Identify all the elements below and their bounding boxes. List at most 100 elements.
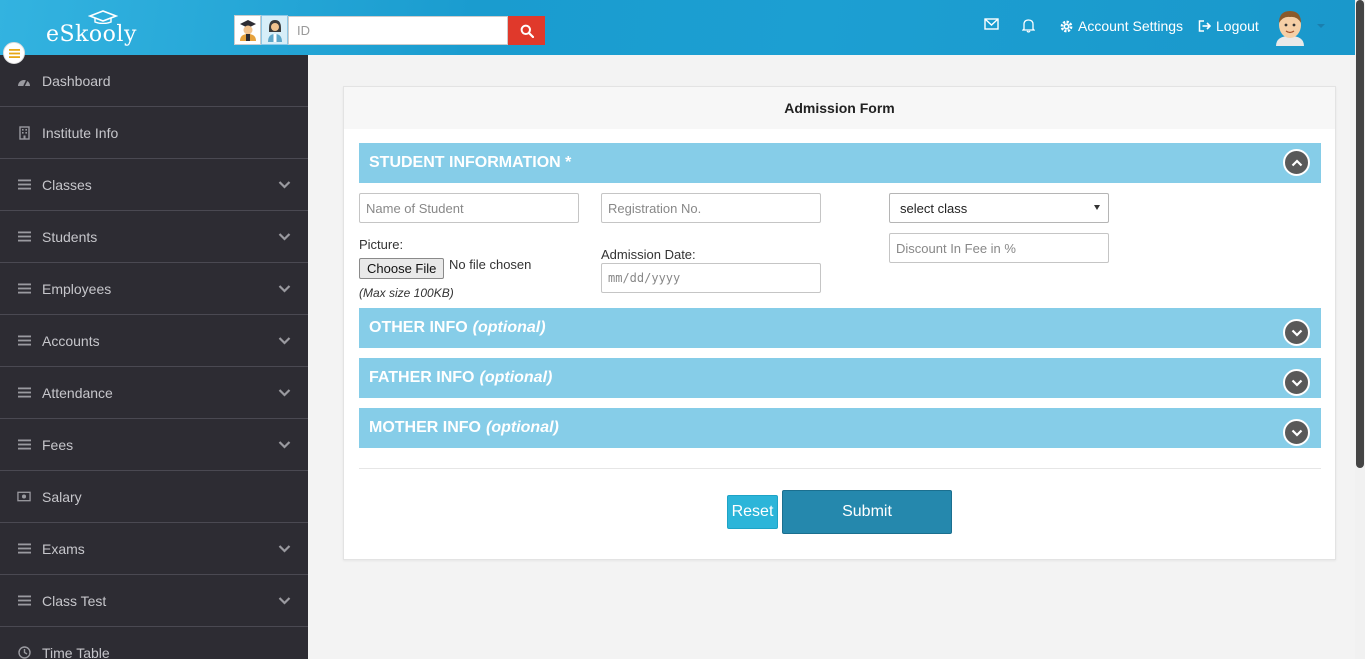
- sidebar-item-accounts[interactable]: Accounts: [0, 315, 308, 367]
- chevron-down-icon[interactable]: [278, 178, 291, 191]
- submit-button[interactable]: Submit: [782, 490, 952, 534]
- class-select[interactable]: select class: [889, 193, 1109, 223]
- collapse-student-section-button[interactable]: [1283, 149, 1310, 176]
- sidebar-item-time-table[interactable]: Time Table: [0, 627, 308, 659]
- mother-info-title: MOTHER INFO: [369, 419, 481, 436]
- page-scrollbar[interactable]: [1355, 0, 1365, 659]
- chevron-down-icon[interactable]: [278, 386, 291, 399]
- sidebar-item-label: Time Table: [42, 644, 110, 659]
- student-icon: [239, 20, 256, 41]
- clock-icon: [17, 646, 31, 659]
- chevron-down-icon[interactable]: [278, 334, 291, 347]
- reset-button[interactable]: Reset: [727, 495, 778, 529]
- father-info-title: FATHER INFO: [369, 369, 475, 386]
- sidebar-item-label: Dashboard: [42, 72, 111, 89]
- sidebar-item-label: Class Test: [42, 592, 107, 609]
- logout-link[interactable]: Logout: [1198, 18, 1259, 34]
- menu-icon: [8, 48, 20, 58]
- logout-label: Logout: [1216, 18, 1259, 34]
- other-info-optional: (optional): [472, 319, 546, 336]
- chevron-down-icon[interactable]: [278, 438, 291, 451]
- sidebar-item-label: Classes: [42, 176, 92, 193]
- messages-button[interactable]: [984, 18, 999, 30]
- sidebar-item-label: Institute Info: [42, 124, 119, 141]
- sidebar-item-fees[interactable]: Fees: [0, 419, 308, 471]
- notifications-button[interactable]: [1022, 18, 1035, 33]
- mother-info-optional: (optional): [486, 419, 559, 436]
- sidebar-item-attendance[interactable]: Attendance: [0, 367, 308, 419]
- employee-search-toggle[interactable]: [261, 15, 288, 45]
- max-size-note: (Max size 100KB): [359, 286, 454, 300]
- sidebar-item-label: Exams: [42, 540, 85, 557]
- search-icon: [520, 24, 534, 38]
- admission-form-panel: Admission Form STUDENT INFORMATION * sel…: [343, 86, 1336, 560]
- registration-no-input[interactable]: [601, 193, 821, 223]
- sidebar-item-salary[interactable]: Salary: [0, 471, 308, 523]
- father-info-optional: (optional): [479, 369, 553, 386]
- bars-icon: [17, 178, 31, 192]
- scrollbar-thumb[interactable]: [1356, 0, 1364, 468]
- select-arrow-icon: [1094, 205, 1100, 210]
- bell-icon: [1022, 19, 1035, 33]
- chevron-down-icon: [1291, 429, 1302, 437]
- form-title: Admission Form: [344, 87, 1335, 129]
- sidebar-item-dashboard[interactable]: Dashboard: [0, 55, 308, 107]
- sidebar-item-students[interactable]: Students: [0, 211, 308, 263]
- bars-icon: [17, 542, 31, 556]
- expand-father-info-button[interactable]: [1283, 369, 1310, 396]
- chevron-down-icon[interactable]: [278, 594, 291, 607]
- student-information-section-header[interactable]: STUDENT INFORMATION *: [359, 143, 1321, 183]
- student-search-toggle[interactable]: [234, 15, 261, 45]
- sidebar-item-label: Students: [42, 228, 98, 245]
- building-icon: [17, 125, 31, 140]
- bars-icon: [17, 230, 31, 244]
- other-info-section-header[interactable]: OTHER INFO (optional): [359, 308, 1321, 348]
- bars-icon: [17, 594, 31, 608]
- sidebar-item-class-test[interactable]: Class Test: [0, 575, 308, 627]
- id-search-input[interactable]: [288, 16, 508, 45]
- sidebar-toggle-button[interactable]: [3, 42, 25, 64]
- mother-info-section-header[interactable]: MOTHER INFO (optional): [359, 408, 1321, 448]
- account-settings-label: Account Settings: [1078, 18, 1184, 34]
- admission-date-label: Admission Date:: [601, 247, 696, 262]
- expand-mother-info-button[interactable]: [1283, 419, 1310, 446]
- chevron-down-icon[interactable]: [278, 542, 291, 555]
- bars-icon: [17, 438, 31, 452]
- chevron-down-icon[interactable]: [278, 282, 291, 295]
- dashboard-icon: [17, 74, 31, 88]
- sidebar-item-label: Fees: [42, 436, 74, 453]
- father-info-section-header[interactable]: FATHER INFO (optional): [359, 358, 1321, 398]
- search-button[interactable]: [508, 16, 545, 45]
- sign-out-icon: [1198, 20, 1211, 32]
- top-navbar: eSkooly ID Account Settings Logout: [0, 0, 1355, 55]
- bars-icon: [17, 282, 31, 296]
- expand-other-info-button[interactable]: [1283, 319, 1310, 346]
- sidebar-item-institute-info[interactable]: Institute Info: [0, 107, 308, 159]
- bars-icon: [17, 386, 31, 400]
- avatar-dropdown-caret[interactable]: [1317, 24, 1325, 28]
- user-avatar[interactable]: [1273, 8, 1307, 46]
- sidebar-item-employees[interactable]: Employees: [0, 263, 308, 315]
- account-settings-link[interactable]: Account Settings: [1060, 18, 1183, 34]
- picture-label: Picture:: [359, 237, 404, 252]
- logo-text: eSkooly: [46, 22, 137, 47]
- sidebar-item-label: Attendance: [42, 384, 113, 401]
- sidebar-item-label: Salary: [42, 488, 82, 505]
- student-information-title: STUDENT INFORMATION *: [369, 154, 572, 171]
- choose-file-button[interactable]: Choose File: [359, 258, 445, 279]
- admission-date-input[interactable]: [601, 263, 821, 293]
- sidebar-item-classes[interactable]: Classes: [0, 159, 308, 211]
- chevron-down-icon: [1291, 329, 1302, 337]
- no-file-chosen-text: No file chosen: [449, 257, 532, 272]
- chevron-down-icon[interactable]: [278, 230, 291, 243]
- form-divider: [359, 468, 1321, 469]
- money-icon: [17, 490, 31, 504]
- discount-fee-input[interactable]: [889, 233, 1109, 263]
- eskooly-logo[interactable]: eSkooly: [46, 10, 141, 48]
- student-name-input[interactable]: [359, 193, 579, 223]
- other-info-title: OTHER INFO: [369, 319, 468, 336]
- class-select-value: select class: [900, 200, 968, 216]
- sidebar-item-exams[interactable]: Exams: [0, 523, 308, 575]
- teacher-icon: [267, 20, 282, 42]
- bars-icon: [17, 334, 31, 348]
